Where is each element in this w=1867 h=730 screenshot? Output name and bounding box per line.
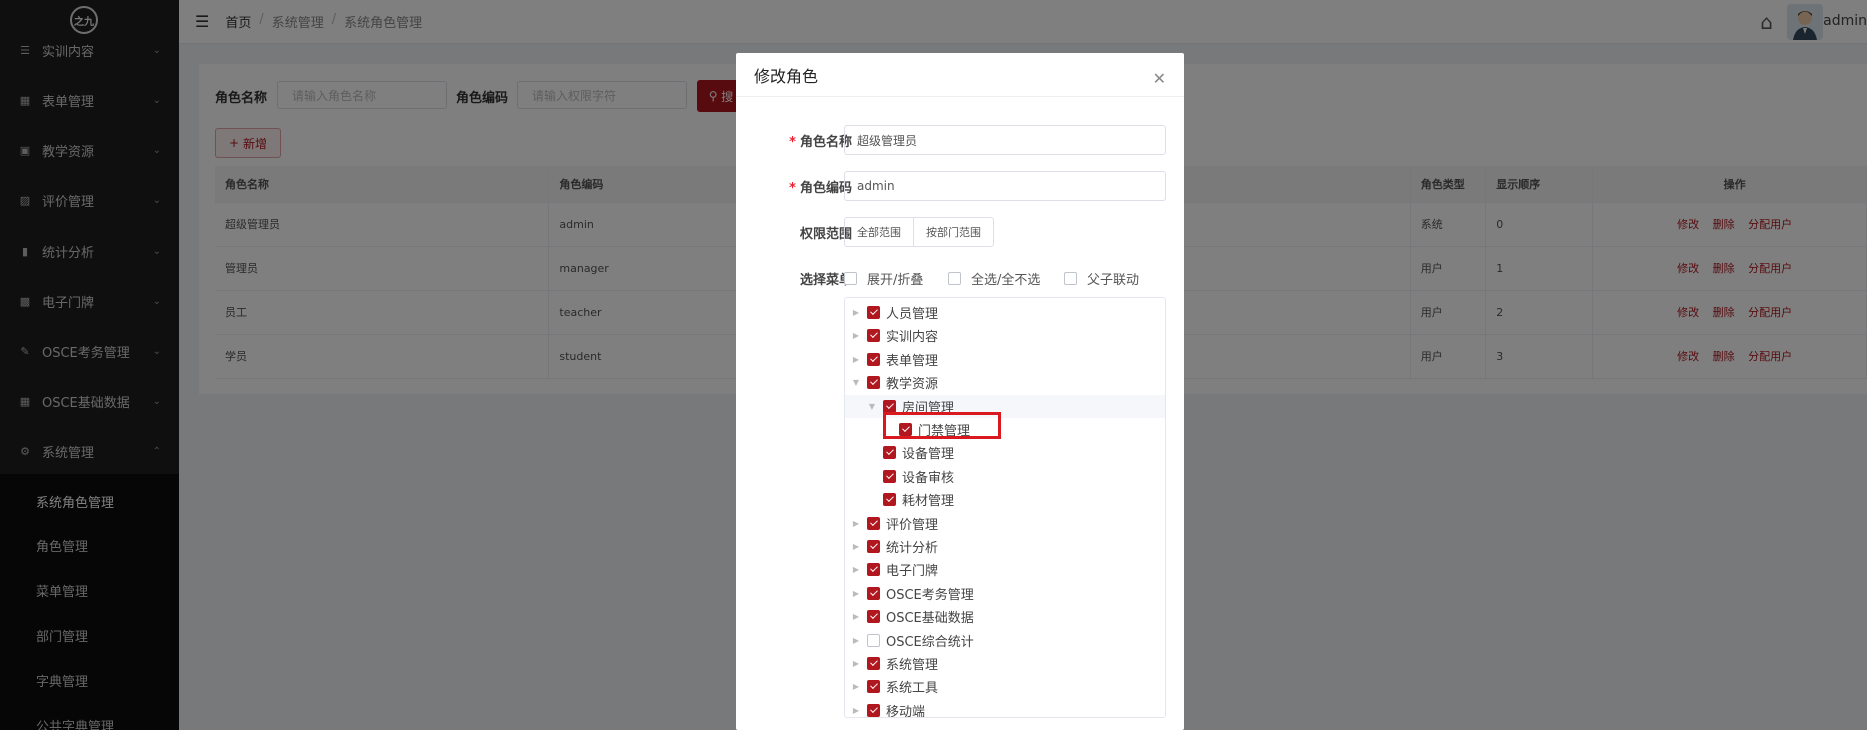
caret-right-icon[interactable]: ▶ xyxy=(851,542,861,551)
tree-node-checkbox[interactable] xyxy=(883,399,896,413)
tree-node[interactable]: 设备审核 xyxy=(845,465,1165,488)
tree-node-checkbox[interactable] xyxy=(867,376,880,390)
edit-role-dialog: 修改角色 ✕ * 角色名称 超级管理员 * 角色编码 admin 权限范围 全部范围… xyxy=(736,53,1184,730)
tree-node[interactable]: ▶ 评价管理 xyxy=(845,512,1165,535)
tree-node-label: OSCE综合统计 xyxy=(886,634,974,650)
close-icon[interactable]: ✕ xyxy=(1153,69,1166,88)
tree-node[interactable]: ▶ OSCE综合统计 xyxy=(845,629,1165,652)
scope-all-button[interactable]: 全部范围 xyxy=(845,218,913,246)
tree-node[interactable]: ▶ 表单管理 xyxy=(845,348,1165,371)
tree-node[interactable]: ▶ 统计分析 xyxy=(845,535,1165,558)
role-code-value: admin xyxy=(857,179,895,193)
tree-node[interactable]: 耗材管理 xyxy=(845,488,1165,511)
tree-node-checkbox[interactable] xyxy=(867,680,880,694)
caret-right-icon[interactable]: ▶ xyxy=(851,589,861,598)
tree-node-checkbox[interactable] xyxy=(867,586,880,600)
tree-node-checkbox[interactable] xyxy=(883,469,896,483)
tree-node-checkbox[interactable] xyxy=(867,352,880,366)
tree-node[interactable]: ▶ 电子门牌 xyxy=(845,558,1165,581)
tree-node-checkbox[interactable] xyxy=(867,703,880,717)
tree-node-checkbox[interactable] xyxy=(867,657,880,670)
required-mark: * xyxy=(789,181,796,196)
tree-node-checkbox[interactable] xyxy=(867,633,880,647)
parent-child-link-option[interactable]: 父子联动 xyxy=(1064,269,1139,288)
caret-right-icon[interactable]: ▶ xyxy=(851,308,861,317)
tree-node-label: 电子门牌 xyxy=(886,564,939,580)
role-name-label: * 角色名称 xyxy=(789,135,852,150)
caret-right-icon[interactable]: ▶ xyxy=(851,565,861,574)
tree-node[interactable]: ▶ OSCE基础数据 xyxy=(845,605,1165,628)
select-all-checkbox[interactable] xyxy=(948,272,961,285)
tree-node-label: 系统工具 xyxy=(886,681,939,697)
required-mark: * xyxy=(789,135,796,150)
tree-node-label: 耗材管理 xyxy=(902,494,955,510)
role-code-label: * 角色编码 xyxy=(789,181,852,196)
tree-node-checkbox[interactable] xyxy=(867,610,880,624)
tree-node-checkbox[interactable] xyxy=(883,493,896,507)
expand-collapse-checkbox[interactable] xyxy=(844,272,857,285)
tree-node[interactable]: ▶ 系统工具 xyxy=(845,675,1165,698)
tree-node[interactable]: ▶ 移动端 xyxy=(845,699,1165,718)
tree-node-label: 移动端 xyxy=(886,704,926,718)
dialog-title: 修改角色 xyxy=(736,53,1184,97)
tree-node[interactable]: ▶ 实训内容 xyxy=(845,324,1165,347)
scope-button-group: 全部范围 按部门范围 xyxy=(844,217,994,247)
expand-collapse-option[interactable]: 展开/折叠 xyxy=(844,269,923,288)
caret-right-icon[interactable]: ▶ xyxy=(851,612,861,621)
tree-node[interactable]: ▶ 系统管理 xyxy=(845,652,1165,675)
tree-node[interactable]: 设备管理 xyxy=(845,441,1165,464)
highlight-box xyxy=(883,412,1001,439)
caret-right-icon[interactable]: ▶ xyxy=(851,355,861,364)
caret-right-icon[interactable]: ▶ xyxy=(851,706,861,715)
caret-right-icon[interactable]: ▶ xyxy=(851,636,861,645)
tree-node-label: OSCE基础数据 xyxy=(886,611,974,627)
menu-tree: ▶ 人员管理 ▶ 实训内容 ▶ 表单管理 ▼ 教学资源 ▼ 房间管理 门禁管理 设备管理 设备审核 耗材管… xyxy=(844,297,1166,718)
role-code-input[interactable]: admin xyxy=(844,171,1166,201)
tree-node[interactable]: ▼ 教学资源 xyxy=(845,371,1165,394)
select-all-option[interactable]: 全选/全不选 xyxy=(948,269,1040,288)
caret-down-icon[interactable]: ▼ xyxy=(867,402,877,411)
tree-node-label: 统计分析 xyxy=(886,541,939,556)
role-name-value: 超级管理员 xyxy=(857,133,918,148)
tree-node-label: 表单管理 xyxy=(886,353,939,369)
parent-child-link-checkbox[interactable] xyxy=(1064,272,1077,285)
tree-node-label: 设备审核 xyxy=(902,470,955,486)
caret-right-icon[interactable]: ▶ xyxy=(851,331,861,340)
tree-node-label: 评价管理 xyxy=(886,517,939,533)
tree-node-checkbox[interactable] xyxy=(867,563,880,577)
tree-node[interactable]: ▶ 人员管理 xyxy=(845,301,1165,324)
tree-node-label: OSCE考务管理 xyxy=(886,587,974,603)
tree-node-checkbox[interactable] xyxy=(883,446,896,460)
caret-right-icon[interactable]: ▶ xyxy=(851,519,861,528)
scope-dept-button[interactable]: 按部门范围 xyxy=(913,218,993,246)
tree-node[interactable]: ▶ OSCE考务管理 xyxy=(845,582,1165,605)
tree-node-label: 人员管理 xyxy=(886,307,939,322)
caret-right-icon[interactable]: ▶ xyxy=(851,659,861,668)
tree-node-label: 设备管理 xyxy=(902,447,955,463)
caret-down-icon[interactable]: ▼ xyxy=(851,378,861,387)
tree-node-label: 教学资源 xyxy=(886,377,939,393)
tree-node-checkbox[interactable] xyxy=(867,329,880,343)
tree-node-checkbox[interactable] xyxy=(867,306,880,319)
tree-node-label: 系统管理 xyxy=(886,658,939,673)
role-name-input[interactable]: 超级管理员 xyxy=(844,125,1166,155)
menu-label: 选择菜单 xyxy=(799,273,852,288)
tree-node-checkbox[interactable] xyxy=(867,540,880,553)
tree-node-checkbox[interactable] xyxy=(867,516,880,530)
caret-right-icon[interactable]: ▶ xyxy=(851,682,861,691)
scope-label: 权限范围 xyxy=(799,227,852,242)
tree-node-label: 实训内容 xyxy=(886,330,939,346)
